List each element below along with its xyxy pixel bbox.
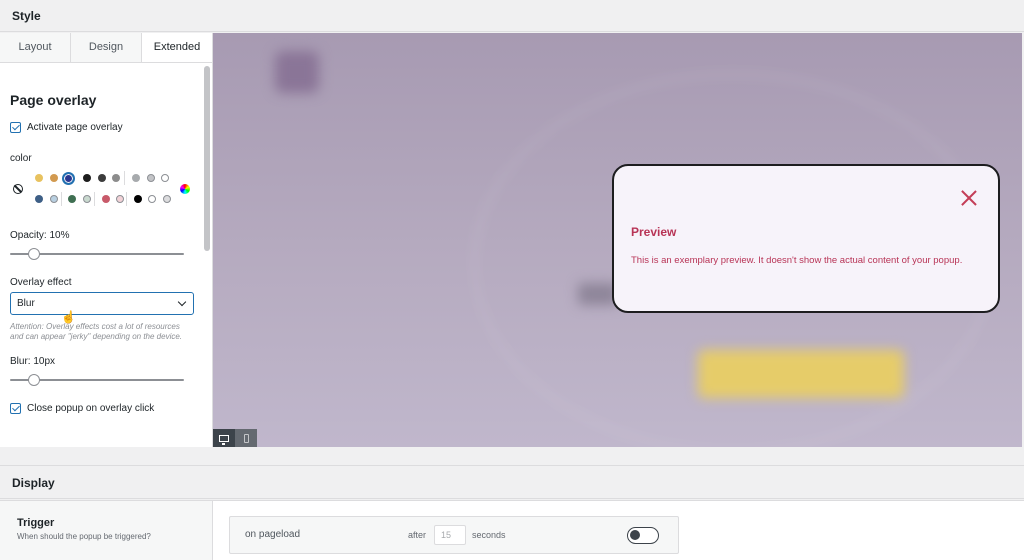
overlay-effect-value: Blur [17, 298, 35, 309]
activate-overlay-checkbox[interactable] [10, 122, 21, 133]
settings-panel: Layout Design Extended Page overlay Acti… [0, 33, 213, 447]
seconds-label: seconds [472, 530, 506, 540]
mouse-cursor-icon: ☝ [61, 310, 76, 324]
style-section-title: Style [0, 0, 1024, 32]
activate-overlay-label: Activate page overlay [27, 122, 123, 133]
color-swatch[interactable] [83, 174, 91, 182]
color-swatch[interactable] [112, 174, 120, 182]
panel-scrollbar-thumb[interactable] [204, 66, 210, 251]
color-swatch[interactable] [68, 195, 76, 203]
color-swatch[interactable] [161, 174, 169, 182]
settings-tabs: Layout Design Extended [0, 33, 212, 63]
color-swatch[interactable] [98, 174, 106, 182]
blur-slider-handle[interactable] [27, 374, 40, 386]
color-swatch[interactable] [35, 195, 43, 203]
color-swatch[interactable] [35, 174, 43, 182]
color-swatch[interactable] [148, 195, 156, 203]
display-section-title: Display [0, 465, 1024, 499]
trigger-option-label: on pageload [245, 529, 301, 540]
color-swatch[interactable] [50, 195, 58, 203]
device-switcher [213, 429, 257, 447]
popup-preview-area: Preview This is an exemplary preview. It… [213, 33, 1022, 447]
popup-text: This is an exemplary preview. It doesn't… [631, 255, 963, 266]
chevron-down-icon [177, 297, 187, 307]
panel-title: Page overlay [10, 92, 97, 108]
delay-seconds-input[interactable]: 15 [434, 525, 466, 545]
popup-title: Preview [631, 225, 677, 239]
swatch-separator [124, 171, 125, 185]
blurred-logo [275, 51, 319, 93]
opacity-label: Opacity: 10% [10, 230, 70, 241]
phone-icon [243, 433, 249, 443]
color-swatch[interactable] [50, 174, 58, 182]
color-swatch[interactable] [116, 195, 124, 203]
close-on-click-label: Close popup on overlay click [27, 403, 155, 414]
color-swatch[interactable] [102, 195, 110, 203]
blur-slider[interactable] [10, 373, 190, 387]
toggle-knob [630, 530, 640, 540]
color-swatches [10, 171, 190, 212]
mobile-view-button[interactable] [235, 429, 257, 447]
color-swatch[interactable] [163, 195, 171, 203]
pageload-trigger-toggle[interactable] [627, 527, 659, 544]
tab-layout[interactable]: Layout [0, 33, 71, 62]
tab-extended[interactable]: Extended [142, 33, 212, 62]
desktop-view-button[interactable] [213, 429, 235, 447]
opacity-slider[interactable] [10, 247, 190, 261]
swatch-separator [126, 192, 127, 206]
overlay-effect-select[interactable]: Blur ☝ [10, 292, 194, 324]
opacity-slider-handle[interactable] [27, 248, 40, 260]
overlay-effect-label: Overlay effect [10, 277, 72, 288]
color-label: color [10, 153, 32, 164]
trigger-option-row: on pageload after 15 seconds [229, 516, 679, 554]
color-swatch[interactable] [134, 195, 142, 203]
close-on-click-checkbox[interactable] [10, 403, 21, 414]
close-on-click-row[interactable]: Close popup on overlay click [10, 403, 190, 414]
attention-hint: Attention: Overlay effects cost a lot of… [10, 322, 183, 341]
trigger-label-column: Trigger When should the popup be trigger… [0, 501, 213, 560]
trigger-title: Trigger [17, 517, 55, 529]
after-label: after [408, 530, 427, 540]
color-swatch[interactable] [147, 174, 155, 182]
tab-design[interactable]: Design [71, 33, 142, 62]
activate-overlay-row[interactable]: Activate page overlay [10, 122, 190, 133]
no-color-icon[interactable] [13, 184, 23, 194]
color-wheel-icon[interactable] [180, 184, 190, 194]
panel-body: Page overlay Activate page overlay color… [0, 64, 200, 414]
display-section: Trigger When should the popup be trigger… [0, 500, 1024, 560]
swatch-separator [61, 192, 62, 206]
monitor-icon [219, 434, 229, 445]
swatch-separator [94, 192, 95, 206]
panel-scrollbar[interactable] [204, 64, 210, 447]
close-icon[interactable] [960, 189, 978, 207]
blur-label: Blur: 10px [10, 356, 56, 367]
color-swatch[interactable] [132, 174, 140, 182]
preview-popup: Preview This is an exemplary preview. It… [612, 164, 1000, 313]
color-swatch-selected[interactable] [61, 171, 75, 185]
color-swatch[interactable] [83, 195, 91, 203]
trigger-subtitle: When should the popup be triggered? [17, 532, 151, 541]
blurred-cta-button [698, 350, 904, 398]
